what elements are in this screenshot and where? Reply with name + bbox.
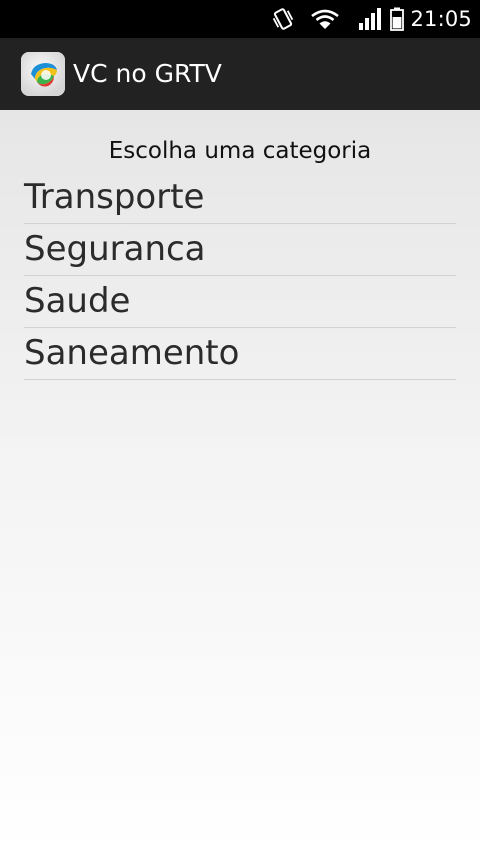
category-item-transporte[interactable]: Transporte bbox=[24, 172, 456, 224]
app-title: VC no GRTV bbox=[73, 59, 222, 88]
category-item-saude[interactable]: Saude bbox=[24, 276, 456, 328]
main-content: Escolha uma categoria Transporte Seguran… bbox=[0, 110, 480, 854]
signal-icon bbox=[358, 7, 382, 31]
vibrate-icon bbox=[270, 5, 296, 33]
status-icons: 21:05 bbox=[270, 0, 472, 38]
category-item-saneamento[interactable]: Saneamento bbox=[24, 328, 456, 380]
battery-icon bbox=[390, 7, 405, 31]
action-bar: VC no GRTV bbox=[0, 38, 480, 111]
category-prompt: Escolha uma categoria bbox=[108, 138, 372, 164]
wifi-icon bbox=[310, 7, 340, 31]
category-list: Transporte Seguranca Saude Saneamento bbox=[24, 172, 456, 380]
status-time: 21:05 bbox=[410, 7, 472, 31]
status-bar: 21:05 bbox=[0, 0, 480, 38]
category-item-seguranca[interactable]: Seguranca bbox=[24, 224, 456, 276]
app-logo-icon[interactable] bbox=[21, 52, 65, 96]
